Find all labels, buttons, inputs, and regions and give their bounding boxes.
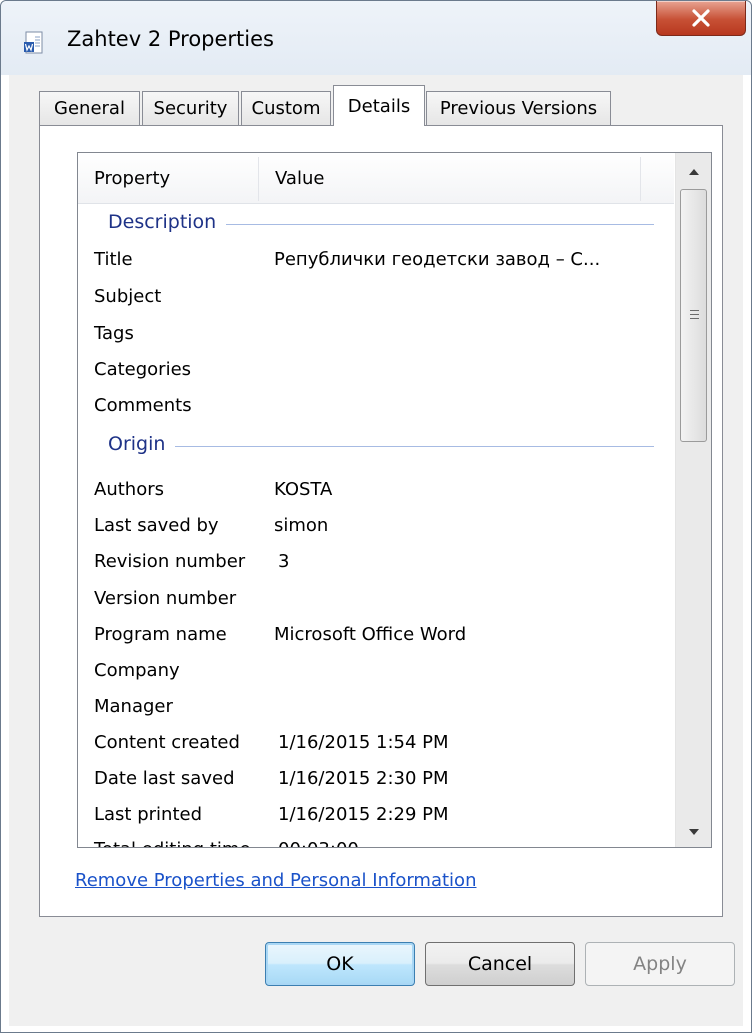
- property-key: Last saved by: [94, 515, 219, 536]
- property-row-authors[interactable]: Authors KOSTA: [78, 473, 674, 510]
- property-row-title[interactable]: Title Републички геодетски завод – С...: [78, 243, 674, 280]
- tab-previous-versions[interactable]: Previous Versions: [426, 91, 611, 125]
- arrow-down-icon: [688, 821, 700, 840]
- grip-icon: [690, 310, 699, 322]
- property-value: KOSTA: [274, 479, 333, 500]
- group-divider: [108, 446, 654, 447]
- scroll-up-button[interactable]: [676, 153, 711, 187]
- title-bar[interactable]: Zahtev 2 Properties: [1, 1, 751, 75]
- property-key: Version number: [94, 588, 237, 609]
- column-label: Value: [275, 168, 325, 189]
- vertical-scrollbar[interactable]: [675, 153, 711, 847]
- property-key: Comments: [94, 395, 192, 416]
- property-list[interactable]: Property Value Description Title Републич…: [77, 152, 712, 848]
- button-label: Cancel: [467, 953, 533, 975]
- property-key: Categories: [94, 359, 192, 380]
- property-value: 1/16/2015 1:54 PM: [278, 732, 449, 753]
- property-key: Program name: [94, 624, 227, 645]
- tab-label: Details: [347, 95, 411, 117]
- property-row-subject[interactable]: Subject: [78, 280, 674, 317]
- properties-dialog: Zahtev 2 Properties General Security Cus…: [0, 0, 752, 1033]
- group-label: Origin: [108, 433, 176, 455]
- list-header: Property Value: [78, 153, 674, 204]
- tab-details[interactable]: Details: [333, 85, 425, 126]
- property-row-company[interactable]: Company: [78, 654, 674, 691]
- details-tab-panel: Property Value Description Title Републич…: [39, 125, 723, 917]
- property-row-manager[interactable]: Manager: [78, 690, 674, 727]
- property-value: 3: [278, 551, 290, 572]
- property-row-date-last-saved[interactable]: Date last saved 1/16/2015 2:30 PM: [78, 762, 674, 799]
- property-row-categories[interactable]: Categories: [78, 353, 674, 390]
- window-title: Zahtev 2 Properties: [67, 27, 274, 51]
- group-heading-origin: Origin: [78, 428, 674, 464]
- apply-button[interactable]: Apply: [585, 942, 735, 986]
- tab-custom[interactable]: Custom: [241, 91, 331, 125]
- cancel-button[interactable]: Cancel: [425, 942, 575, 986]
- property-key: Total editing time: [94, 839, 251, 847]
- property-row-total-editing-time[interactable]: Total editing time 00:03:00: [78, 833, 674, 847]
- tab-security[interactable]: Security: [142, 91, 239, 125]
- tab-label: General: [54, 98, 125, 119]
- arrow-up-icon: [688, 161, 700, 180]
- column-header-value[interactable]: Value: [259, 153, 639, 203]
- property-value: Microsoft Office Word: [274, 624, 467, 645]
- property-key: Date last saved: [94, 768, 235, 789]
- property-row-version-number[interactable]: Version number: [78, 582, 674, 619]
- property-key: Authors: [94, 479, 164, 500]
- property-value: 1/16/2015 2:29 PM: [278, 804, 449, 825]
- column-header-property[interactable]: Property: [78, 153, 258, 203]
- property-row-last-printed[interactable]: Last printed 1/16/2015 2:29 PM: [78, 798, 674, 835]
- property-key: Subject: [94, 286, 162, 307]
- property-row-revision-number[interactable]: Revision number 3: [78, 545, 674, 582]
- tab-label: Security: [153, 98, 228, 119]
- property-key: Content created: [94, 732, 240, 753]
- property-key: Revision number: [94, 551, 246, 572]
- tab-label: Custom: [251, 98, 321, 119]
- button-label: Apply: [633, 953, 687, 975]
- property-value: 1/16/2015 2:30 PM: [278, 768, 449, 789]
- group-heading-description: Description: [78, 206, 674, 242]
- property-key: Last printed: [94, 804, 203, 825]
- property-row-program-name[interactable]: Program name Microsoft Office Word: [78, 618, 674, 655]
- property-value: simon: [274, 515, 329, 536]
- column-label: Property: [94, 168, 171, 189]
- property-row-last-saved-by[interactable]: Last saved by simon: [78, 509, 674, 546]
- ok-button[interactable]: OK: [265, 942, 415, 986]
- property-row-tags[interactable]: Tags: [78, 317, 674, 354]
- word-document-icon: [23, 31, 45, 55]
- group-label: Description: [108, 211, 227, 233]
- dialog-client-area: General Security Custom Details Previous…: [9, 75, 743, 1026]
- tab-label: Previous Versions: [439, 98, 598, 119]
- close-button[interactable]: [656, 1, 746, 36]
- property-key: Manager: [94, 696, 173, 717]
- property-value: Републички геодетски завод – С...: [274, 249, 601, 270]
- property-key: Title: [94, 249, 133, 270]
- button-label: OK: [326, 953, 354, 975]
- column-separator[interactable]: [640, 157, 641, 201]
- property-row-content-created[interactable]: Content created 1/16/2015 1:54 PM: [78, 726, 674, 763]
- scroll-down-button[interactable]: [676, 813, 711, 847]
- property-key: Tags: [94, 323, 134, 344]
- scrollbar-thumb[interactable]: [680, 189, 707, 442]
- remove-properties-link[interactable]: Remove Properties and Personal Informati…: [75, 870, 476, 891]
- property-row-comments[interactable]: Comments: [78, 389, 674, 426]
- property-key: Company: [94, 660, 180, 681]
- property-value: 00:03:00: [278, 839, 359, 847]
- tab-general[interactable]: General: [39, 91, 140, 125]
- close-x-icon: [690, 9, 712, 27]
